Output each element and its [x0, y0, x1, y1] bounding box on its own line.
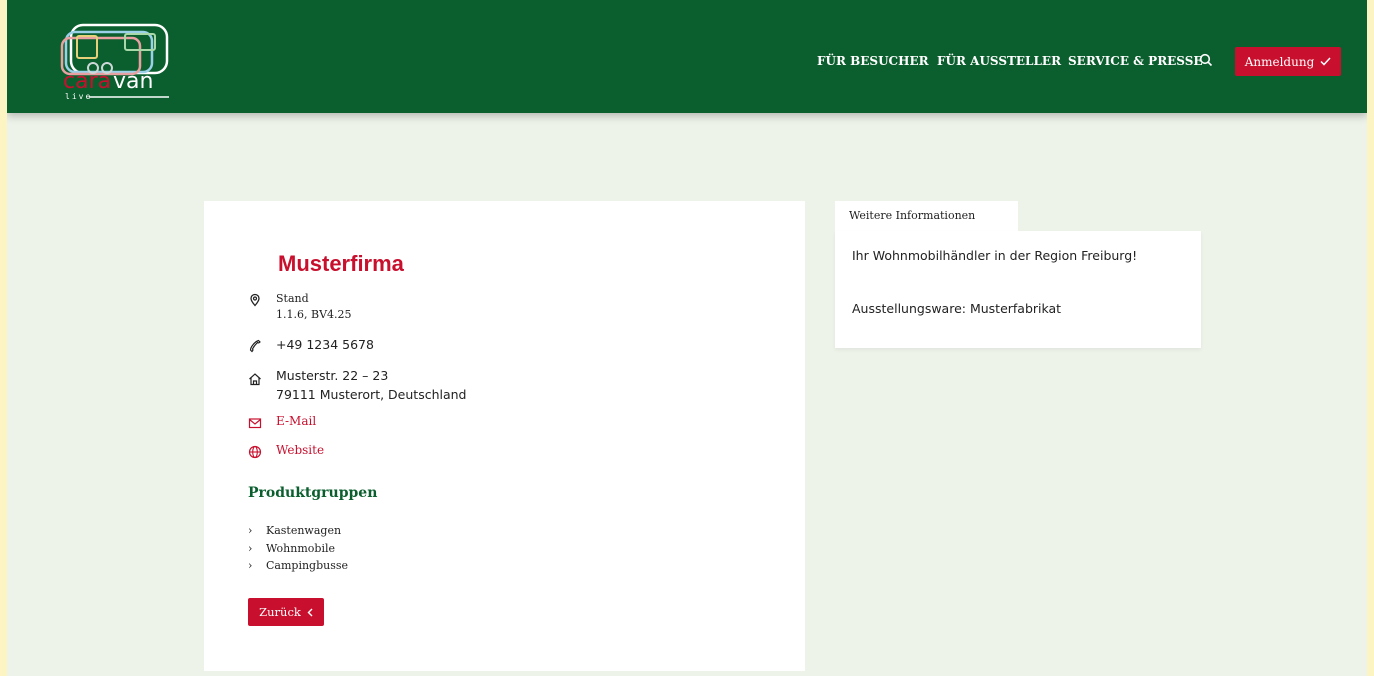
- list-item: › Campingbusse: [248, 557, 348, 575]
- email-link[interactable]: E-Mail: [276, 414, 316, 428]
- login-button[interactable]: Anmeldung: [1235, 47, 1341, 76]
- address-row: Musterstr. 22 – 23 79111 Musterort, Deut…: [248, 366, 467, 402]
- home-icon: [249, 373, 261, 386]
- envelope-icon: [248, 418, 262, 429]
- site-header: cara van live FÜR BESUCHER FÜR AUSSTELLE…: [7, 0, 1367, 113]
- tab-weitere-informationen[interactable]: Weitere Informationen: [835, 201, 1018, 232]
- phone-number[interactable]: +49 1234 5678: [276, 337, 374, 352]
- svg-text:van: van: [113, 69, 153, 94]
- nav-service-presse[interactable]: SERVICE & PRESSE: [1068, 54, 1203, 68]
- login-label: Anmeldung: [1244, 54, 1315, 69]
- location-pin-icon: [250, 293, 260, 307]
- stand-label: Stand: [276, 292, 309, 305]
- svg-text:live: live: [65, 92, 92, 101]
- website-row[interactable]: Website: [248, 443, 324, 459]
- company-name: Musterfirma: [278, 251, 404, 276]
- website-link[interactable]: Website: [276, 443, 324, 457]
- nav-besucher[interactable]: FÜR BESUCHER: [817, 54, 929, 68]
- product-group-label: Campingbusse: [266, 559, 349, 573]
- check-icon: [1320, 57, 1331, 66]
- product-group-label: Kastenwagen: [266, 524, 342, 538]
- list-item: › Wohnmobile: [248, 540, 348, 558]
- phone-row: +49 1234 5678: [248, 337, 374, 353]
- stand-row: Stand 1.1.6, BV4.25: [248, 291, 352, 321]
- chevron-right-icon: ›: [248, 524, 253, 538]
- info-line2: Ausstellungsware: Musterfabrikat: [852, 301, 1062, 316]
- product-group-label: Wohnmobile: [266, 541, 335, 555]
- back-button[interactable]: Zurück: [248, 598, 324, 626]
- page: cara van live FÜR BESUCHER FÜR AUSSTELLE…: [7, 0, 1367, 676]
- back-label: Zurück: [259, 605, 301, 619]
- chevron-left-icon: [307, 608, 313, 616]
- stand-value: 1.1.6, BV4.25: [276, 308, 352, 321]
- info-line1: Ihr Wohnmobilhändler in der Region Freib…: [852, 248, 1138, 263]
- address-line1: Musterstr. 22 – 23: [276, 368, 389, 383]
- product-groups-list: › Kastenwagen › Wohnmobile › Campingbusse: [248, 522, 348, 575]
- email-row[interactable]: E-Mail: [248, 414, 316, 430]
- globe-icon: [248, 445, 262, 459]
- caravan-live-logo[interactable]: cara van live: [59, 22, 173, 102]
- chevron-right-icon: ›: [248, 559, 253, 573]
- nav-aussteller[interactable]: FÜR AUSSTELLER: [937, 54, 1061, 68]
- list-item: › Kastenwagen: [248, 522, 348, 540]
- chevron-right-icon: ›: [248, 541, 253, 555]
- search-icon[interactable]: [1199, 53, 1213, 67]
- exhibitor-card: Musterfirma Stand 1.1.6, BV4.25 +49 1234…: [204, 201, 805, 671]
- product-groups-title: Produktgruppen: [248, 485, 378, 501]
- svg-text:cara: cara: [63, 69, 111, 94]
- info-panel: Ihr Wohnmobilhändler in der Region Freib…: [835, 231, 1201, 348]
- phone-icon: [249, 339, 261, 353]
- address-line2: 79111 Musterort, Deutschland: [276, 387, 467, 402]
